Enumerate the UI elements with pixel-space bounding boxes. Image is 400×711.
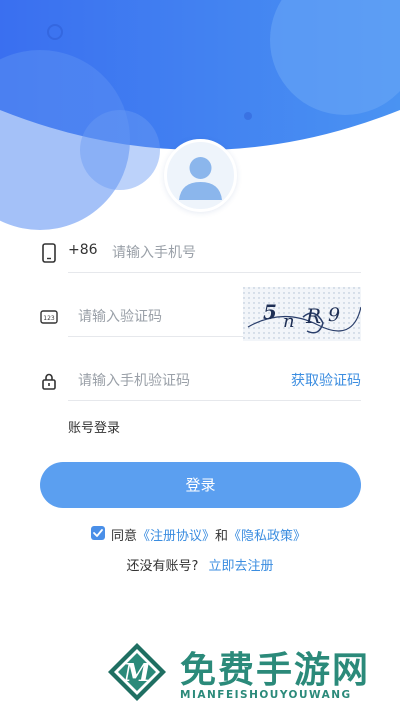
avatar[interactable] bbox=[164, 139, 237, 212]
agreement-checkbox[interactable] bbox=[91, 526, 105, 540]
check-icon bbox=[93, 529, 103, 537]
captcha-image[interactable]: 5 n R 9 bbox=[243, 287, 361, 341]
privacy-policy-link[interactable]: 《隐私政策》 bbox=[228, 529, 306, 544]
get-code-button[interactable]: 获取验证码 bbox=[291, 370, 361, 390]
login-button[interactable]: 登录 bbox=[40, 462, 361, 508]
phone-input[interactable]: 请输入手机号 bbox=[112, 242, 196, 262]
agreement-prefix: 同意 bbox=[111, 529, 138, 544]
watermark: M 免费手游网 MIANFEISHOUYOUWANG bbox=[100, 637, 400, 711]
header-background bbox=[0, 0, 400, 230]
register-agreement-link[interactable]: 《注册协议》 bbox=[137, 529, 215, 544]
agreement-and: 和 bbox=[215, 529, 229, 544]
agreement-text: 同意《注册协议》和《隐私政策》 bbox=[111, 525, 306, 544]
account-login-link[interactable]: 账号登录 bbox=[68, 417, 120, 436]
watermark-logo-icon: M bbox=[108, 643, 166, 701]
svg-text:123: 123 bbox=[43, 315, 55, 322]
captcha-row: 123 请输入验证码 bbox=[40, 297, 285, 337]
header-banner bbox=[0, 0, 400, 250]
country-code[interactable]: +86 bbox=[68, 242, 98, 258]
sms-code-row: 请输入手机验证码 获取验证码 bbox=[40, 361, 361, 401]
phone-row: +86 请输入手机号 bbox=[40, 233, 361, 273]
sms-code-input[interactable]: 请输入手机验证码 bbox=[78, 370, 190, 390]
divider bbox=[68, 272, 361, 273]
watermark-title: 免费手游网 bbox=[180, 650, 371, 691]
signup-prompt: 还没有账号? bbox=[126, 559, 199, 574]
captcha-123-icon: 123 bbox=[40, 310, 58, 324]
svg-text:M: M bbox=[123, 658, 152, 687]
svg-text:n: n bbox=[283, 311, 295, 332]
lock-icon bbox=[42, 373, 56, 390]
user-avatar-icon bbox=[179, 157, 222, 200]
svg-text:9: 9 bbox=[328, 304, 340, 326]
phone-icon bbox=[42, 243, 56, 263]
signup-link[interactable]: 立即去注册 bbox=[209, 559, 274, 574]
divider bbox=[68, 400, 361, 401]
watermark-subtitle: MIANFEISHOUYOUWANG bbox=[180, 689, 352, 701]
svg-text:5: 5 bbox=[263, 300, 277, 324]
svg-text:R: R bbox=[305, 304, 321, 328]
captcha-input[interactable]: 请输入验证码 bbox=[78, 306, 162, 326]
signup-row: 还没有账号? 立即去注册 bbox=[0, 555, 400, 574]
